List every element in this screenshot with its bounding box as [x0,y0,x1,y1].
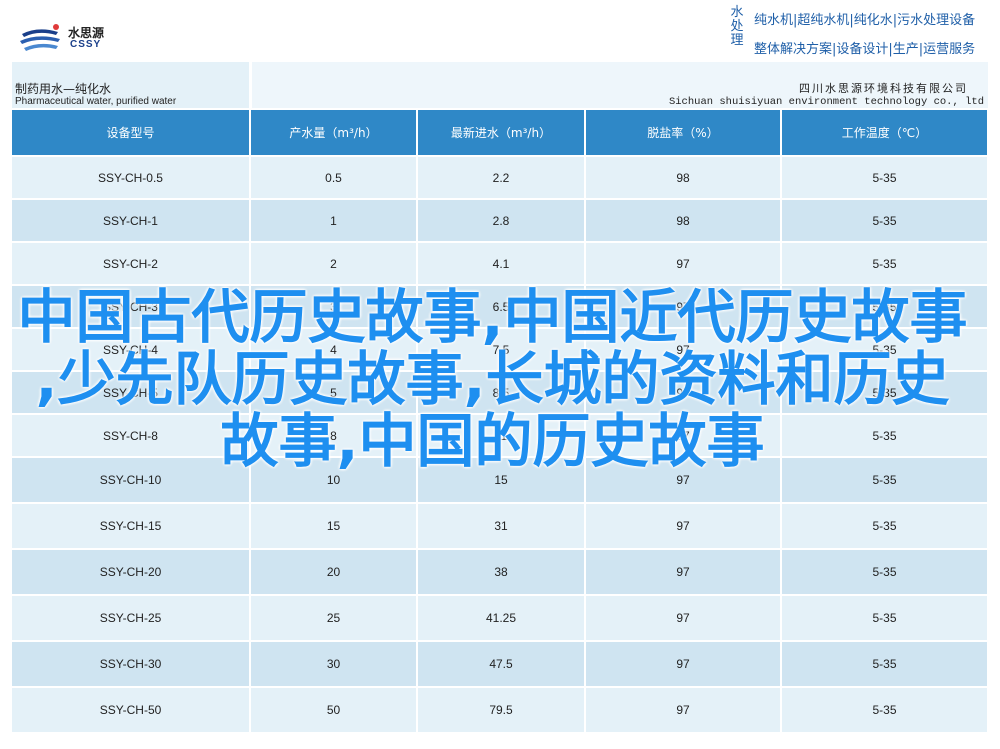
brand-tagline-services: 整体解决方案|设备设计|生产|运营服务 [754,42,976,57]
logo-text-en: CSSY [70,39,102,50]
table-cell: SSY-CH-2 [12,243,249,284]
brand-vertical-label: 水处理 [726,6,748,62]
table-cell: SSY-CH-25 [12,596,249,640]
table-cell: 47.5 [418,642,584,686]
table-header-cell: 最新进水（m³/h） [418,110,584,155]
overlay-headline-line: 中国古代历史故事,中国近代历史故事 [17,283,968,351]
table-cell: 97 [586,504,780,548]
table-cell: 5-35 [782,550,987,594]
table-cell: 25 [251,596,416,640]
overlay-headline-line: ,少先队历史故事,长城的资料和历史 [35,345,950,413]
table-cell: SSY-CH-15 [12,504,249,548]
table-row: SSY-CH-50 50 79.5 97 5-35 [12,688,987,732]
company-logo: 水思源 CSSY [18,22,118,54]
table-row: SSY-CH-20 20 38 97 5-35 [12,550,987,594]
table-cell: SSY-CH-0.5 [12,157,249,198]
table-cell: 5-35 [782,504,987,548]
table-header-cell: 脱盐率（%） [586,110,780,155]
document-title-cn: 制药用水—纯化水 [15,82,112,96]
table-header-row: 设备型号 产水量（m³/h） 最新进水（m³/h） 脱盐率（%） 工作温度（℃） [12,110,987,155]
table-cell: 20 [251,550,416,594]
table-cell: 5-35 [782,157,987,198]
table-cell: SSY-CH-30 [12,642,249,686]
table-cell: 0.5 [251,157,416,198]
overlay-headline: 中国古代历史故事,中国近代历史故事 ,少先队历史故事,长城的资料和历史 故事,中… [10,286,975,472]
table-cell: 97 [586,596,780,640]
table-cell: 50 [251,688,416,732]
table-cell: 97 [586,243,780,284]
table-cell: 38 [418,550,584,594]
table-row: SSY-CH-15 15 31 97 5-35 [12,504,987,548]
table-cell: 2.8 [418,200,584,241]
table-row: SSY-CH-0.5 0.5 2.2 98 5-35 [12,157,987,198]
table-cell: 5-35 [782,243,987,284]
table-cell: 98 [586,200,780,241]
table-header-cell: 产水量（m³/h） [251,110,416,155]
table-cell: 97 [586,550,780,594]
document-title-box: 制药用水—纯化水 Pharmaceutical water, purified … [12,62,249,108]
document-title-en: Pharmaceutical water, purified water [15,96,177,107]
overlay-headline-line: 故事,中国的历史故事 [220,407,765,475]
table-row: SSY-CH-30 30 47.5 97 5-35 [12,642,987,686]
company-name-box: 四川水思源环境科技有限公司 Sichuan shuisiyuan environ… [252,62,988,108]
table-cell: 1 [251,200,416,241]
table-cell: 5-35 [782,200,987,241]
company-name-en: Sichuan shuisiyuan environment technolog… [668,96,984,108]
table-cell: 5-35 [782,688,987,732]
table-cell: 79.5 [418,688,584,732]
table-cell: 97 [586,642,780,686]
company-name-cn: 四川水思源环境科技有限公司 [799,82,968,95]
table-cell: 4.1 [418,243,584,284]
table-cell: 31 [418,504,584,548]
table-cell: SSY-CH-50 [12,688,249,732]
table-cell: SSY-CH-20 [12,550,249,594]
table-cell: 5-35 [782,642,987,686]
brand-tagline-products: 纯水机|超纯水机|纯化水|污水处理设备 [754,13,976,28]
table-header-cell: 工作温度（℃） [782,110,987,155]
table-cell: 15 [251,504,416,548]
table-row: SSY-CH-1 1 2.8 98 5-35 [12,200,987,241]
water-drop-logo-icon [20,24,60,51]
table-cell: 97 [586,688,780,732]
table-row: SSY-CH-2 2 4.1 97 5-35 [12,243,987,284]
table-cell: 41.25 [418,596,584,640]
table-cell: SSY-CH-1 [12,200,249,241]
brand-vertical-text: 水处理 [730,5,744,48]
table-cell: 98 [586,157,780,198]
table-cell: 30 [251,642,416,686]
table-header-cell: 设备型号 [12,110,249,155]
table-row: SSY-CH-25 25 41.25 97 5-35 [12,596,987,640]
table-cell: 5-35 [782,596,987,640]
table-cell: 2.2 [418,157,584,198]
table-cell: 2 [251,243,416,284]
